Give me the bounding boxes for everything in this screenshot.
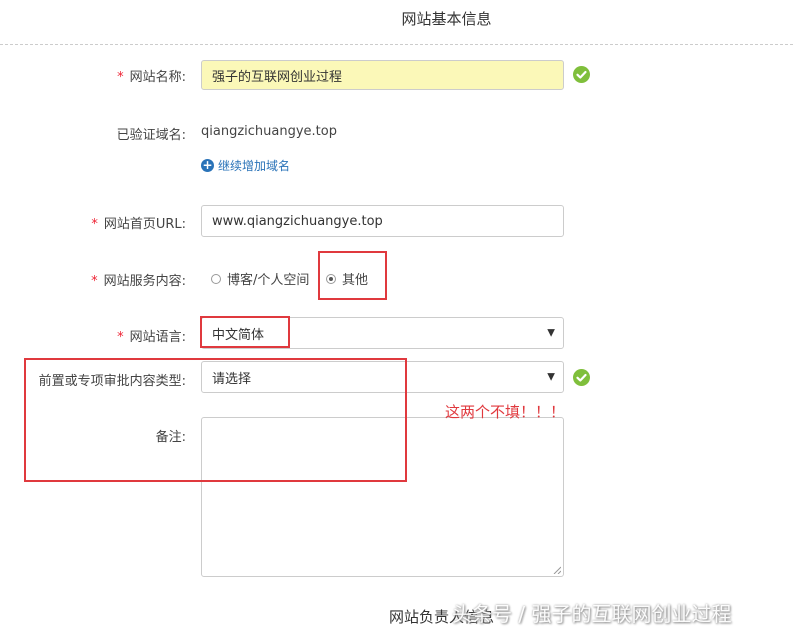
verified-domain-value: qiangzichuangye.top [201,124,337,139]
homepage-url-value: www.qiangzichuangye.top [212,213,383,229]
annotation-box-optional-fields [24,358,407,482]
verified-domain-label: 已验证域名: [116,128,186,143]
site-name-input[interactable]: 强子的互联网创业过程 [201,60,564,90]
page-title: 网站基本信息 [401,10,492,28]
annotation-box-language [200,316,290,348]
service-content-label: * 网站服务内容: [91,270,186,289]
resize-grip-icon[interactable] [553,566,561,574]
radio-blog-label: 博客/个人空间 [227,273,310,288]
plus-circle-icon: + [201,158,214,172]
add-domain-link[interactable]: + 继续增加域名 [201,157,290,174]
add-domain-text: 继续增加域名 [218,159,291,173]
caret-down-icon: ▼ [547,327,555,339]
annotation-note: 这两个不填！！！ [445,403,566,421]
site-name-value: 强子的互联网创业过程 [212,69,343,85]
site-name-check-icon [573,66,590,83]
watermark: 头条号 / 强子的互联网创业过程 [452,602,732,626]
language-label: * 网站语言: [117,326,186,345]
pre-approval-check-icon [573,369,590,386]
required-mark: * [91,217,98,232]
radio-blog[interactable] [211,273,221,284]
site-name-label: * 网站名称: [117,66,186,85]
required-mark: * [117,330,124,345]
annotation-box-other [318,251,387,300]
service-content-label-text: 网站服务内容: [103,274,186,289]
required-mark: * [117,70,124,85]
homepage-url-input[interactable]: www.qiangzichuangye.top [201,205,564,237]
caret-down-icon: ▼ [547,371,555,383]
homepage-url-label-text: 网站首页URL: [103,217,186,232]
language-label-text: 网站语言: [129,330,186,345]
radio-option-blog[interactable]: 博客/个人空间 [211,269,309,288]
section-divider [0,44,793,45]
site-name-label-text: 网站名称: [129,70,186,85]
homepage-url-label: * 网站首页URL: [91,213,186,232]
required-mark: * [91,274,98,289]
